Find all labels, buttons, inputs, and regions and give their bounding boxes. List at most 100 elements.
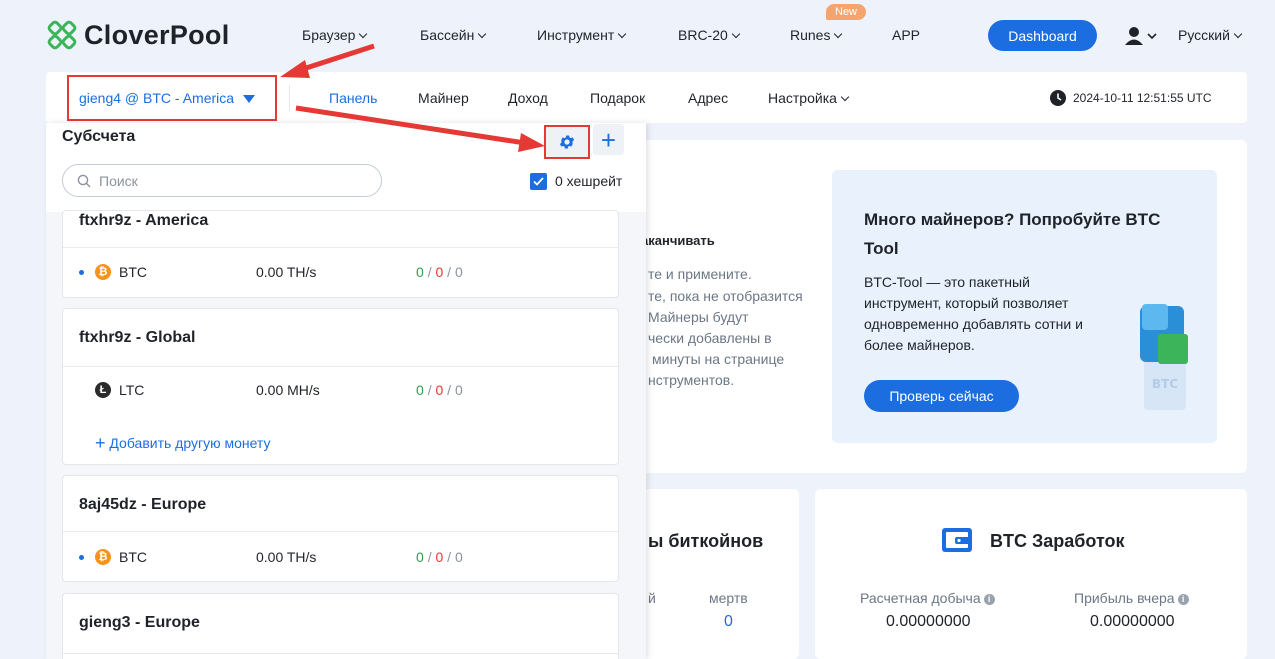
zero-hashrate-checkbox[interactable] [530, 173, 547, 190]
hashrate: 0.00 TH/s [256, 549, 317, 565]
subaccount-settings-button[interactable] [544, 125, 590, 159]
subaccount-name: gieng3 - Europe [79, 614, 200, 631]
divider [63, 247, 618, 248]
step-text-line: Майнеры будут [648, 309, 749, 325]
step-heading-partial: аканчивать [641, 233, 715, 248]
chevron-down-icon [1233, 29, 1243, 39]
divider [63, 653, 618, 654]
nav-app[interactable]: APP [892, 27, 920, 43]
btc-earnings-card [815, 489, 1247, 659]
dead-miners-value[interactable]: 0 [724, 613, 733, 631]
server-time: 2024-10-11 12:51:55 UTC [1073, 91, 1212, 105]
logo-text: CloverPool [84, 19, 230, 50]
info-icon[interactable]: i [983, 593, 995, 605]
miners-col-label: й [648, 590, 656, 606]
check-now-button[interactable]: Проверь сейчас [864, 380, 1019, 412]
btc-tool-box-illustration: BTC [1138, 300, 1192, 417]
nav-pool[interactable]: Бассейн [420, 27, 487, 43]
step-text-line: нструментов. [648, 372, 735, 388]
nav-browser[interactable]: Браузер [302, 27, 368, 43]
caret-down-icon [243, 95, 255, 103]
miners-card-title: ы биткойнов [648, 531, 764, 551]
step-text-line: чески добавлены в [648, 330, 772, 346]
subaccount-search[interactable] [62, 164, 382, 197]
coin-name: BTC [119, 549, 147, 565]
dashboard-button[interactable]: Dashboard [988, 20, 1097, 51]
divider [63, 531, 618, 532]
subaccount-card[interactable]: ftxhr9z - Global Ł LTC 0.00 MH/s 0 / 0 /… [62, 308, 619, 465]
language-selector[interactable]: Русский [1178, 27, 1243, 43]
ltc-icon: Ł [95, 382, 111, 398]
tab-address[interactable]: Адрес [688, 90, 728, 106]
yesterday-profit-label: Прибыль вчера i [1074, 590, 1189, 606]
step-text-line: те, пока не отобразится [648, 288, 803, 304]
divider [63, 366, 618, 367]
subaccount-name: ftxhr9z - America [79, 212, 209, 229]
chevron-down-icon [840, 92, 850, 102]
dropdown-title: Субсчета [62, 128, 136, 145]
plus-icon: + [95, 433, 106, 453]
tab-panel[interactable]: Панель [329, 90, 377, 106]
miner-counts: 0 / 0 / 0 [416, 264, 463, 280]
chevron-down-icon [731, 29, 741, 39]
hashrate: 0.00 TH/s [256, 264, 317, 280]
active-dot [79, 270, 84, 275]
yesterday-profit-value: 0.00000000 [1090, 613, 1175, 630]
promo-title: Много майнеров? Попробуйте BTC Tool [864, 210, 1161, 258]
btc-earnings-title: BTC Заработок [990, 531, 1125, 551]
promo-description: BTC-Tool — это пакетный инструмент, кото… [864, 274, 1083, 353]
chevron-down-icon [359, 29, 368, 39]
subaccount-name: 8aj45dz - Europe [79, 496, 207, 513]
step-text-line: те и примените. [648, 266, 752, 282]
chevron-down-icon [478, 29, 487, 39]
subaccount-selector[interactable]: gieng4 @ BTC - America [67, 75, 277, 121]
step-text-line: минуты на странице [652, 351, 785, 367]
btc-icon: ₿ [95, 549, 111, 565]
svg-text:BTC: BTC [1152, 377, 1178, 391]
subaccount-card[interactable]: gieng3 - Europe [62, 593, 619, 659]
search-icon [77, 174, 91, 187]
estimated-mining-value: 0.00000000 [886, 613, 971, 630]
cloverpool-logo[interactable]: CloverPool [46, 19, 230, 51]
hashrate: 0.00 MH/s [256, 382, 320, 398]
subaccount-card[interactable]: ftxhr9z - America ₿ BTC 0.00 TH/s 0 / 0 … [62, 210, 619, 298]
user-menu[interactable] [1125, 26, 1157, 51]
subaccount-card[interactable]: 8aj45dz - Europe ₿ BTC 0.00 TH/s 0 / 0 /… [62, 475, 619, 582]
miner-counts: 0 / 0 / 0 [416, 549, 463, 565]
tab-miners[interactable]: Майнер [418, 90, 469, 106]
chevron-down-icon [834, 29, 843, 39]
nav-brc20[interactable]: BRC-20 [678, 27, 741, 43]
gear-icon [559, 135, 575, 149]
dead-miners-label: мертв [709, 590, 748, 606]
top-navigation: CloverPool Браузер Бассейн Инструмент BR… [0, 0, 1275, 72]
coin-row[interactable]: ₿ BTC 0.00 TH/s 0 / 0 / 0 [79, 548, 599, 568]
info-icon[interactable]: i [1177, 593, 1189, 605]
miner-counts: 0 / 0 / 0 [416, 382, 463, 398]
nav-runes[interactable]: Runes [790, 27, 843, 43]
check-icon [533, 177, 544, 186]
add-subaccount-button[interactable]: + [593, 124, 624, 155]
coin-row[interactable]: ₿ BTC 0.00 TH/s 0 / 0 / 0 [79, 263, 599, 283]
coin-row[interactable]: Ł LTC 0.00 MH/s 0 / 0 / 0 [79, 381, 599, 401]
coin-name: BTC [119, 264, 147, 280]
clover-icon [47, 20, 77, 50]
coin-name: LTC [119, 382, 145, 398]
plus-icon: + [600, 124, 617, 155]
add-coin-link[interactable]: + Добавить другую монету [95, 432, 271, 453]
bitcoin-miners-card [625, 489, 799, 659]
active-dot [79, 555, 84, 560]
clock-icon [1050, 90, 1066, 111]
current-subaccount: gieng4 @ BTC - America [79, 90, 235, 106]
zero-hashrate-label: 0 хешрейт [555, 173, 623, 189]
nav-tools[interactable]: Инструмент [537, 27, 627, 43]
estimated-mining-label: Расчетная добыча i [860, 590, 995, 606]
tab-gift[interactable]: Подарок [590, 90, 645, 106]
wallet-icon [941, 527, 973, 558]
tab-settings[interactable]: Настройка [768, 90, 850, 106]
btc-icon: ₿ [95, 264, 111, 280]
new-badge: New [826, 4, 867, 20]
divider [289, 85, 290, 111]
search-input[interactable] [99, 172, 359, 189]
tab-income[interactable]: Доход [508, 90, 548, 106]
subaccount-name: ftxhr9z - Global [79, 329, 196, 346]
